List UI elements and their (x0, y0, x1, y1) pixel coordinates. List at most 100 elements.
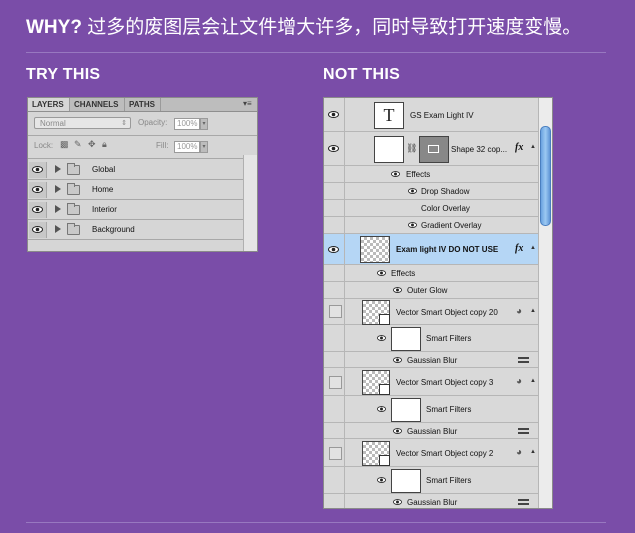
effects-row[interactable]: Effects (324, 265, 540, 282)
smart-object-badge-icon (379, 455, 390, 466)
visibility-eye-icon[interactable] (29, 162, 47, 178)
divider (28, 135, 257, 136)
fill-input[interactable]: 100% (174, 141, 200, 153)
panel-menu-icon[interactable]: ▾≡ (243, 100, 254, 108)
effect-row[interactable]: Gradient Overlay (324, 217, 540, 234)
expand-triangle-icon[interactable] (55, 205, 61, 213)
smart-filters-label: Smart Filters (426, 405, 472, 414)
layer-name: Vector Smart Object copy 20 (396, 308, 498, 317)
folder-icon (67, 183, 80, 195)
smart-object-row[interactable]: Vector Smart Object copy 3 ◕ ▲ (324, 368, 540, 396)
filter-options-icon[interactable] (518, 427, 529, 435)
collapse-arrow-icon[interactable]: ▲ (530, 449, 536, 455)
effect-eye-icon[interactable] (408, 222, 417, 228)
visibility-eye-icon[interactable] (324, 98, 345, 131)
filter-name: Gaussian Blur (407, 356, 458, 365)
visibility-toggle[interactable] (329, 376, 342, 389)
effect-eye-icon[interactable] (408, 188, 417, 194)
layer-row[interactable]: ⛓ Shape 32 cop... fx ▲ (324, 132, 540, 166)
visibility-eye-icon[interactable] (29, 182, 47, 198)
eye-column (324, 467, 345, 493)
expand-triangle-icon[interactable] (55, 225, 61, 233)
tab-paths[interactable]: PATHS (125, 98, 161, 111)
visibility-eye-icon[interactable] (324, 234, 345, 264)
filter-options-icon[interactable] (518, 498, 529, 506)
lock-row: Lock: ▩ ✎ ✥ 🔒︎ Fill: 100% ▾ (34, 140, 253, 154)
expand-triangle-icon[interactable] (55, 185, 61, 193)
fill-dropdown-icon[interactable]: ▾ (200, 141, 208, 153)
filter-eye-icon[interactable] (393, 428, 402, 434)
visibility-eye-icon[interactable] (29, 222, 47, 238)
eye-column (324, 396, 345, 422)
eye-column (324, 299, 345, 324)
effect-row[interactable]: Drop Shadow (324, 183, 540, 200)
effect-eye-icon[interactable] (391, 171, 400, 177)
fx-icon[interactable]: fx (515, 142, 523, 153)
filter-eye-icon[interactable] (377, 477, 386, 483)
smart-object-badge-icon (379, 314, 390, 325)
tab-layers[interactable]: LAYERS (28, 98, 70, 111)
opacity-dropdown-icon[interactable]: ▾ (200, 118, 208, 130)
smart-filters-row[interactable]: Smart Filters (324, 467, 540, 494)
layer-row[interactable]: Interior (28, 200, 243, 220)
filter-eye-icon[interactable] (377, 335, 386, 341)
eye-column (324, 265, 345, 281)
effect-eye-icon[interactable] (377, 270, 386, 276)
lock-paint-icon[interactable]: ✎ (74, 140, 82, 149)
layer-name: Exam light IV DO NOT USE (396, 245, 499, 254)
smart-filters-row[interactable]: Smart Filters (324, 396, 540, 423)
tab-channels[interactable]: CHANNELS (70, 98, 125, 111)
filter-eye-icon[interactable] (393, 499, 402, 505)
lock-transparent-icon[interactable]: ▩ (60, 140, 69, 149)
effect-row[interactable]: Outer Glow (324, 282, 540, 299)
eye-column (324, 368, 345, 395)
collapse-arrow-icon[interactable]: ▲ (530, 144, 536, 150)
lock-all-icon[interactable]: 🔒︎ (102, 140, 110, 149)
collapse-arrow-icon[interactable]: ▲ (530, 245, 536, 251)
visibility-toggle[interactable] (329, 447, 342, 460)
layer-row-selected[interactable]: Exam light IV DO NOT USE fx ▲ (324, 234, 540, 265)
eye-column (324, 352, 345, 367)
filter-row[interactable]: Gaussian Blur (324, 423, 540, 439)
layer-row[interactable]: T GS Exam Light IV (324, 98, 540, 132)
visibility-eye-icon[interactable] (324, 132, 345, 165)
filter-row[interactable]: Gaussian Blur (324, 352, 540, 368)
expand-triangle-icon[interactable] (55, 165, 61, 173)
fx-icon[interactable]: fx (515, 243, 523, 254)
collapse-arrow-icon[interactable]: ▲ (530, 378, 536, 384)
layer-name: Shape 32 cop... (451, 145, 508, 154)
layer-row[interactable]: Global (28, 160, 243, 180)
layer-row[interactable]: Home (28, 180, 243, 200)
filter-options-icon[interactable] (518, 356, 529, 364)
blend-mode-select[interactable]: Normal ⇕ (34, 117, 131, 129)
page-heading: WHY? 过多的废图层会让文件增大许多，同时导致打开速度变慢。 (26, 12, 581, 39)
opacity-label: Opacity: (138, 118, 168, 127)
filter-eye-icon[interactable] (393, 357, 402, 363)
lock-move-icon[interactable]: ✥ (88, 140, 96, 149)
effect-name: Outer Glow (407, 286, 448, 295)
smart-object-thumbnail (362, 300, 390, 325)
effects-label: Effects (391, 269, 416, 278)
smart-object-row[interactable]: Vector Smart Object copy 2 ◕ ▲ (324, 439, 540, 467)
visibility-toggle[interactable] (329, 305, 342, 318)
scrollbar[interactable] (243, 155, 257, 251)
blend-mode-value: Normal (40, 119, 66, 128)
scrollbar-thumb[interactable] (540, 126, 551, 226)
opacity-input[interactable]: 100% (174, 118, 200, 130)
scrollbar[interactable] (538, 98, 552, 508)
effect-eye-icon[interactable] (393, 287, 402, 293)
smart-filters-row[interactable]: Smart Filters (324, 325, 540, 352)
filter-row[interactable]: Gaussian Blur (324, 494, 540, 508)
filter-eye-icon[interactable] (377, 406, 386, 412)
layer-thumbnail (360, 236, 390, 263)
eye-column (324, 325, 345, 351)
link-icon: ⛓ (406, 143, 418, 153)
collapse-arrow-icon[interactable]: ▲ (530, 308, 536, 314)
visibility-eye-icon[interactable] (29, 202, 47, 218)
effects-row[interactable]: Effects (324, 166, 540, 183)
layer-row[interactable]: Background (28, 220, 243, 240)
layer-name: Vector Smart Object copy 2 (396, 449, 494, 458)
smart-filters-label: Smart Filters (426, 476, 472, 485)
effect-row[interactable]: Color Overlay (324, 200, 540, 217)
smart-object-row[interactable]: Vector Smart Object copy 20 ◕ ▲ (324, 299, 540, 325)
